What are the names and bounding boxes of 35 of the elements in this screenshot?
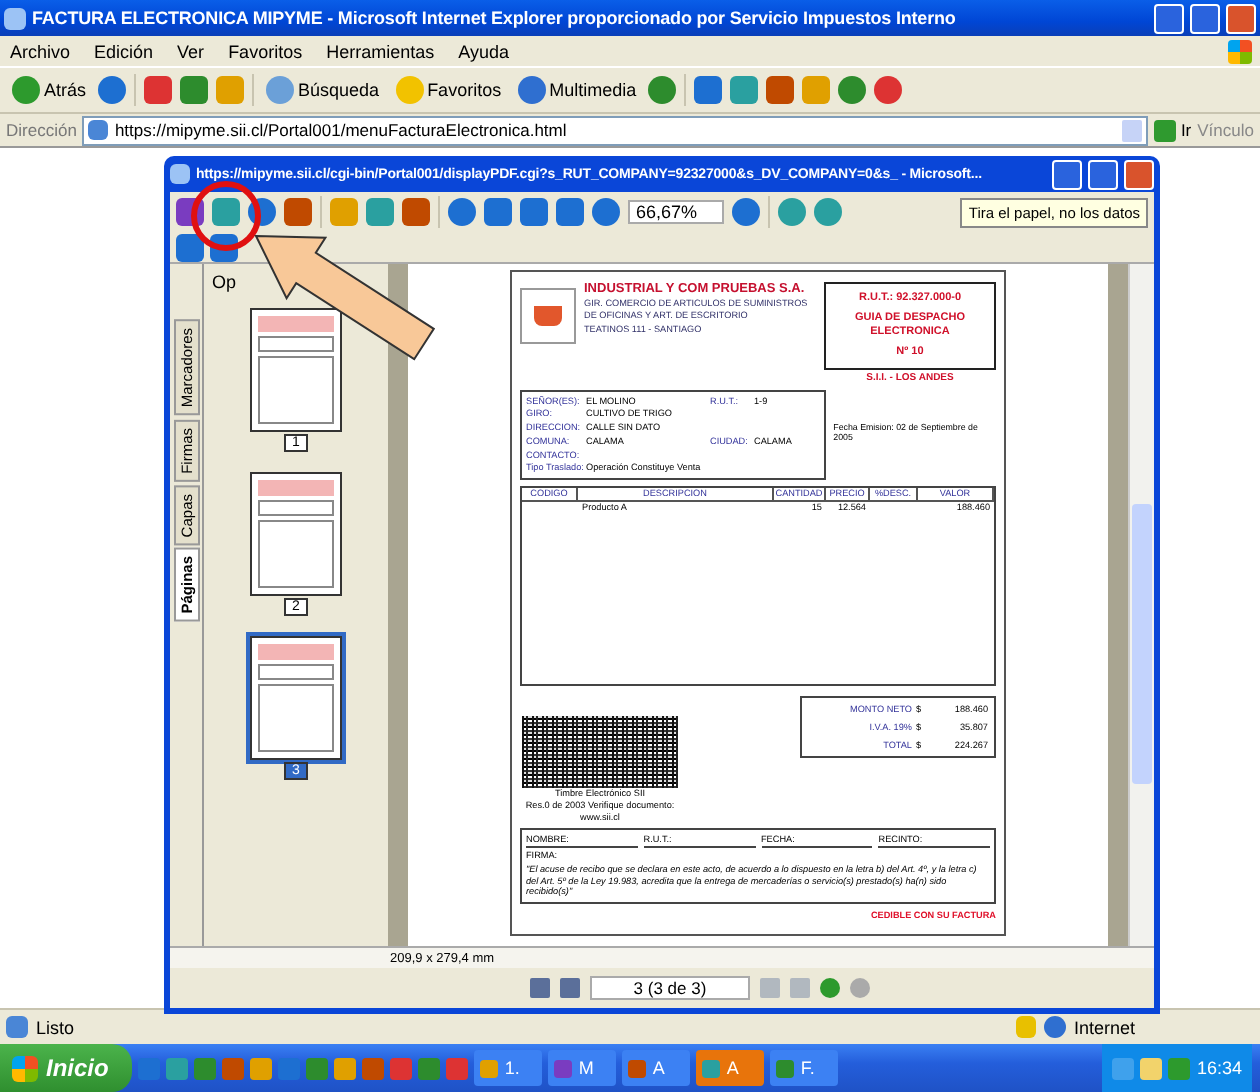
zoom-field[interactable]: 66,67% [628,200,724,224]
favorites-button[interactable]: Favoritos [391,76,506,104]
maximize-button[interactable] [1190,3,1220,33]
menu-item[interactable]: Herramientas [324,41,437,61]
address-label: Dirección [6,120,77,140]
panel-title: Op [212,272,237,292]
media-button[interactable]: Multimedia [513,76,641,104]
cup-logo-icon [520,288,576,344]
close-button[interactable] [1226,3,1256,33]
windows-logo-icon [12,1055,38,1081]
back-button[interactable]: Atrás [8,76,91,104]
highlight-circle [191,181,261,251]
taskbar-button[interactable]: M [548,1050,617,1086]
maximize-button[interactable] [1088,159,1118,189]
menu-item[interactable]: Ver [175,41,207,61]
scrollbar[interactable] [1128,264,1154,946]
minimize-button[interactable] [1052,159,1082,189]
menu-item[interactable]: Archivo [8,41,73,61]
search-button[interactable]: Búsqueda [262,76,384,104]
menu-item[interactable]: Edición [92,41,156,61]
close-button[interactable] [1124,159,1154,189]
menu-item[interactable]: Favoritos [226,41,305,61]
address-field[interactable]: https://mipyme.sii.cl/Portal001/menuFacturaElectronica.html [82,115,1149,145]
go-button[interactable]: Ir [1154,119,1192,141]
menu-item[interactable]: Ayuda [456,41,511,61]
page-number-field[interactable]: 3 (3 de 3) [590,976,750,1000]
taskbar-button[interactable]: A [622,1050,691,1086]
minimize-button[interactable] [1154,3,1184,33]
windows-logo-icon [1228,39,1252,63]
status-text: Listo [36,1017,75,1037]
window-title: FACTURA ELECTRONICA MIPYME - Microsoft Internet Explorer proporcionado por Servicio Impuestos Interno [32,8,958,28]
taskbar-button[interactable]: F. [770,1050,839,1086]
zone-label: Internet [1074,1017,1138,1037]
taskbar-button[interactable]: 1. [474,1050,543,1086]
clock: 16:34 [1196,1058,1242,1078]
